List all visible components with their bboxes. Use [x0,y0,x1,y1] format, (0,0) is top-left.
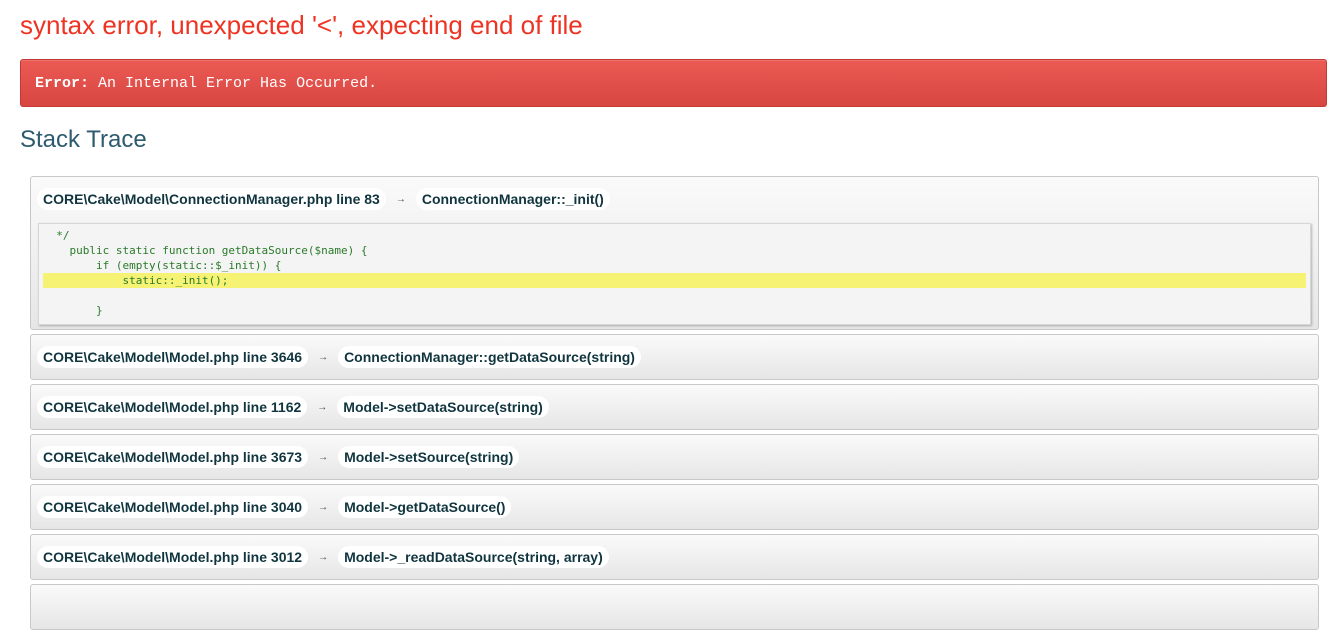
code-line: } [43,304,103,317]
trace-frame[interactable]: CORE\Cake\Model\Model.php line 3040 → Mo… [30,484,1319,530]
trace-frame-header[interactable]: CORE\Cake\Model\Model.php line 1162 → Mo… [37,385,1312,429]
trace-call-link[interactable]: Model->setDataSource(string) [337,396,549,418]
code-line: */ [43,229,70,242]
trace-frame-header[interactable]: CORE\Cake\Model\Model.php line 3673 → Mo… [37,435,1312,479]
trace-call-link[interactable]: Model->_readDataSource(string, array) [338,546,609,568]
trace-frame-header[interactable]: CORE\Cake\Model\ConnectionManager.php li… [37,177,1312,221]
trace-frame-header[interactable]: CORE\Cake\Model\Model.php line 3646 → Co… [37,335,1312,379]
code-line-highlighted: static::_init(); [43,273,1306,288]
trace-frame[interactable]: CORE\Cake\Model\Model.php line 3673 → Mo… [30,434,1319,480]
trace-call-link[interactable]: Model->setSource(string) [338,446,520,468]
arrow-icon: → [318,501,329,513]
trace-frame[interactable]: CORE\Cake\Model\Model.php line 1162 → Mo… [30,384,1319,430]
arrow-icon: → [317,401,328,413]
error-message: An Internal Error Has Occurred. [98,75,378,92]
stack-trace-list: CORE\Cake\Model\ConnectionManager.php li… [30,176,1319,634]
trace-location-link[interactable]: CORE\Cake\Model\Model.php line 1162 [37,396,308,418]
arrow-icon: → [318,451,329,463]
trace-location-link[interactable]: CORE\Cake\Model\ConnectionManager.php li… [37,188,386,210]
trace-call-link[interactable]: ConnectionManager::getDataSource(string) [338,346,641,368]
trace-call-link[interactable]: ConnectionManager::_init() [415,188,610,210]
trace-frame-header[interactable]: CORE\Cake\Model\Model.php line 3012 → Mo… [37,535,1312,579]
trace-location-link[interactable]: CORE\Cake\Model\Model.php line 3673 [37,446,309,468]
code-excerpt: */ public static function getDataSource(… [38,223,1311,325]
stack-trace-heading: Stack Trace [20,126,147,153]
code-line: if (empty(static::$_init)) { [43,259,282,272]
trace-frame-partial[interactable] [30,584,1319,630]
page-title: syntax error, unexpected '<', expecting … [20,10,583,40]
trace-frame[interactable]: CORE\Cake\Model\Model.php line 3012 → Mo… [30,534,1319,580]
trace-location-link[interactable]: CORE\Cake\Model\Model.php line 3012 [37,546,309,568]
error-label: Error: [35,75,90,92]
error-banner: Error: An Internal Error Has Occurred. [20,59,1327,107]
trace-frame[interactable]: CORE\Cake\Model\ConnectionManager.php li… [30,176,1319,330]
trace-location-link[interactable]: CORE\Cake\Model\Model.php line 3646 [37,346,309,368]
trace-frame[interactable]: CORE\Cake\Model\Model.php line 3646 → Co… [30,334,1319,380]
trace-call-link[interactable]: Model->getDataSource() [338,496,512,518]
trace-location-link[interactable]: CORE\Cake\Model\Model.php line 3040 [37,496,309,518]
trace-frame-header[interactable]: CORE\Cake\Model\Model.php line 3040 → Mo… [37,485,1312,529]
arrow-icon: → [318,551,329,563]
code-line: public static function getDataSource($na… [43,244,368,257]
arrow-icon: → [395,193,406,205]
arrow-icon: → [318,351,329,363]
